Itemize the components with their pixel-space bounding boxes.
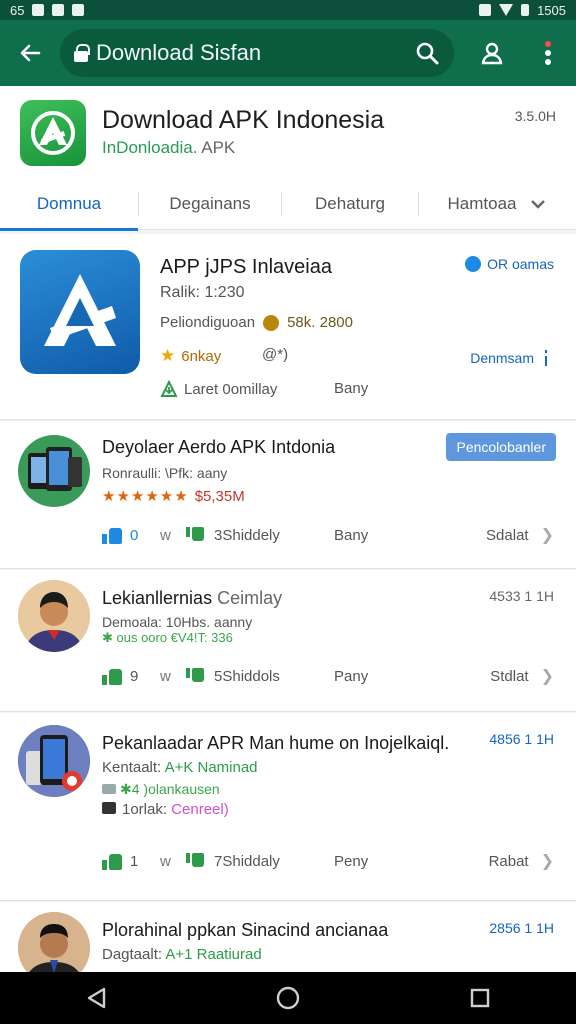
item-title: Lekianllernias Ceimlay xyxy=(102,588,283,608)
list-item[interactable]: Pekanlaadar APR Man hume on Inojelkaiql.… xyxy=(0,713,576,901)
install-icon xyxy=(160,380,178,397)
thumbs-up-icon xyxy=(102,852,122,870)
dislike-button[interactable]: 5Shiddols xyxy=(186,668,334,685)
item-actions: 9 w 5Shiddols Pany Stdlat ❯ xyxy=(102,664,554,688)
featured-bany: Bany xyxy=(334,380,369,397)
app-header: Download APK Indonesia InDonloadia. APK … xyxy=(0,86,576,178)
app-title: Download APK Indonesia xyxy=(102,106,385,134)
chevron-right-icon: ❯ xyxy=(540,853,554,870)
app-version: 3.5.0H xyxy=(514,108,556,124)
thumbs-up-icon xyxy=(102,667,122,685)
featured-extra: @*) xyxy=(262,346,289,363)
chevron-right-icon: ❯ xyxy=(540,527,554,544)
item-title: Deyolaer Aerdo APK Intdonia xyxy=(102,437,336,457)
like-button[interactable]: 9 xyxy=(102,667,160,685)
list-item[interactable]: Deyolaer Aerdo APK Intdonia Ronraulli: \… xyxy=(0,421,576,569)
notification-icon xyxy=(32,4,45,16)
account-icon[interactable] xyxy=(464,25,520,81)
app-bar: Download Sisfan xyxy=(0,20,576,86)
back-triangle-icon[interactable] xyxy=(66,972,126,1024)
status-bar: 65 1505 xyxy=(0,0,576,20)
system-nav-bar xyxy=(0,972,576,1024)
home-circle-icon[interactable] xyxy=(258,972,318,1024)
featured-app-icon xyxy=(20,250,140,374)
list-item[interactable]: Lekianllernias Ceimlay Demoala: 10Hbs. a… xyxy=(0,570,576,712)
dislike-button[interactable]: 7Shiddaly xyxy=(186,853,334,870)
item-meta: Dagtaalt: A+1 Raatiurad xyxy=(102,946,262,963)
star-icon: ★ xyxy=(160,346,176,365)
status-text: 65 xyxy=(10,2,25,18)
app-logo-icon xyxy=(20,100,86,166)
verified-icon xyxy=(465,256,482,272)
alarm-icon xyxy=(479,4,492,16)
item-rating: ★★★★★★ $5,35M xyxy=(102,487,245,505)
item-meta: Demoala: 10Hbs. aanny xyxy=(102,614,253,630)
featured-title: APP jJPS Inlaveiaa xyxy=(160,256,332,278)
tab-domnua[interactable]: Domnua xyxy=(0,178,138,231)
download-link[interactable]: Denmsam xyxy=(470,350,548,366)
thumbs-down-icon xyxy=(186,527,204,543)
tab-dehaturg[interactable]: Dehaturg xyxy=(282,178,418,230)
list-item[interactable]: Plorahinal ppkan Sinacind ancianaa Dagta… xyxy=(0,902,576,984)
dislike-button[interactable]: 3Shiddely xyxy=(186,527,334,544)
tab-bar: Domnua Degainans Dehaturg Hamtoaa xyxy=(0,178,576,231)
message-icon xyxy=(52,4,65,16)
item-count: 4856 1 1H xyxy=(489,731,554,747)
more-link[interactable]: Stdlat ❯ xyxy=(490,666,554,686)
mail-icon xyxy=(72,4,85,16)
item-meta: Kentaalt: A+K Naminad xyxy=(102,759,258,776)
tab-hamtoaa[interactable]: Hamtoaa xyxy=(419,178,575,230)
app-root: 65 1505 Download Sisfan Download APK Ind… xyxy=(0,0,576,1024)
star-icon: ★★★★★★ xyxy=(102,488,189,505)
coin-icon xyxy=(263,314,280,331)
chevron-right-icon: ❯ xyxy=(540,668,554,685)
item-avatar xyxy=(18,580,90,652)
thumbs-down-icon xyxy=(186,853,204,869)
thumbs-down-icon xyxy=(186,668,204,684)
item-thumbnail xyxy=(18,435,90,507)
verified-badge: OR oamas xyxy=(465,256,554,272)
item-submeta: ✱4 )olankausen xyxy=(102,781,220,798)
back-arrow-icon[interactable] xyxy=(0,20,60,86)
thumbs-up-icon xyxy=(102,526,122,544)
signal-icon xyxy=(499,4,514,16)
item-actions: 0 w 3Shiddely Bany Sdalat ❯ xyxy=(102,523,554,547)
more-vert-icon xyxy=(545,350,547,366)
search-icon[interactable] xyxy=(414,40,440,66)
featured-app-card[interactable]: APP jJPS Inlaveiaa Ralik: 1:230 Peliondi… xyxy=(0,234,576,420)
item-detail: 1orlak: Cenreel) xyxy=(102,801,229,818)
featured-rating: ★ 6nkay xyxy=(160,346,222,365)
more-link[interactable]: Rabat ❯ xyxy=(489,851,554,871)
item-price: $5,35M xyxy=(194,488,245,505)
lock-icon xyxy=(74,44,90,62)
item-thumbnail xyxy=(18,725,90,797)
item-title: Plorahinal ppkan Sinacind ancianaa xyxy=(102,920,389,940)
item-title: Pekanlaadar APR Man hume on Inojelkaiql. xyxy=(102,733,450,753)
more-link[interactable]: Sdalat ❯ xyxy=(486,525,554,545)
like-button[interactable]: 1 xyxy=(102,852,160,870)
app-subtitle: InDonloadia. APK xyxy=(102,138,236,157)
featured-rank: Ralik: 1:230 xyxy=(160,284,245,301)
item-submeta: ✱ ous ooro €V4!T: 336 xyxy=(102,630,233,645)
item-actions: 1 w 7Shiddaly Peny Rabat ❯ xyxy=(102,849,554,873)
more-vert-icon[interactable] xyxy=(520,25,576,81)
item-count: 4533 1 1H xyxy=(489,588,554,604)
item-badge-button[interactable]: Pencolobanler xyxy=(446,433,556,461)
item-meta: Ronraulli: \Pfk: aany xyxy=(102,465,228,481)
featured-performance: Peliondiguoan 58k. 2800 xyxy=(160,314,353,331)
tab-degainans[interactable]: Degainans xyxy=(139,178,281,230)
featured-install: Laret 0omillay xyxy=(160,380,277,398)
search-text[interactable]: Download Sisfan xyxy=(96,40,414,66)
recents-square-icon[interactable] xyxy=(450,972,510,1024)
like-button[interactable]: 0 xyxy=(102,526,160,544)
package-icon xyxy=(102,784,116,794)
printer-icon xyxy=(102,802,116,814)
chevron-down-icon xyxy=(531,200,546,209)
url-search-bar[interactable]: Download Sisfan xyxy=(60,29,454,77)
item-count: 2856 1 1H xyxy=(489,920,554,936)
battery-icon xyxy=(521,4,530,16)
status-time: 1505 xyxy=(537,2,566,18)
